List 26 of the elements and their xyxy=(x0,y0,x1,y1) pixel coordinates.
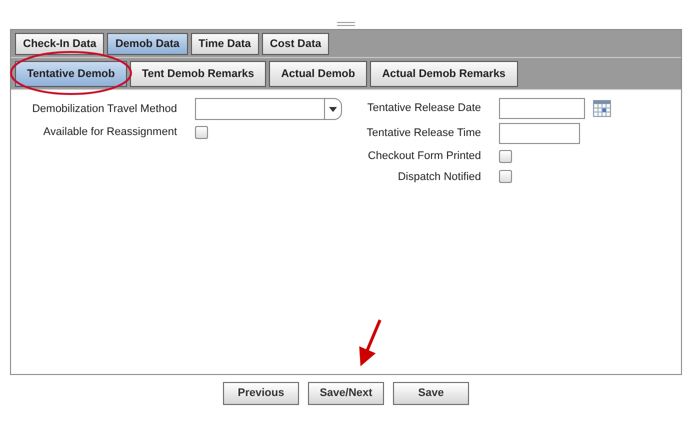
field-label: Tentative Release Time xyxy=(366,126,481,142)
field-label: Demobilization Travel Method xyxy=(31,102,177,117)
checkbox[interactable] xyxy=(499,170,512,184)
field-label: Available for Reassignment xyxy=(42,125,177,140)
tab[interactable]: Demob Data xyxy=(107,33,188,55)
field-label: Checkout Form Printed xyxy=(366,149,481,164)
tab[interactable]: Actual Demob Remarks xyxy=(370,61,518,87)
pointer-arrow xyxy=(359,319,382,366)
tab[interactable]: Actual Demob xyxy=(269,61,368,87)
action-button[interactable]: Save xyxy=(393,382,469,404)
text-field[interactable] xyxy=(499,123,580,144)
calendar-icon[interactable] xyxy=(593,100,612,117)
caret-icon xyxy=(329,106,337,112)
field-label: Dispatch Notified xyxy=(396,170,481,184)
tab[interactable]: Time Data xyxy=(190,33,259,55)
tab[interactable]: Cost Data xyxy=(262,33,330,55)
checkbox[interactable] xyxy=(499,150,512,163)
dropdown-field[interactable] xyxy=(195,98,342,120)
action-button[interactable]: Previous xyxy=(223,382,299,404)
tab[interactable]: Tent Demob Remarks xyxy=(130,61,266,87)
action-button[interactable]: Save/Next xyxy=(308,382,384,404)
date-field[interactable] xyxy=(499,98,585,119)
tab[interactable]: Check-In Data xyxy=(15,33,104,55)
checkbox[interactable] xyxy=(195,126,208,139)
tab[interactable]: Tentative Demob xyxy=(15,61,127,87)
field-label: Tentative Release Date xyxy=(366,101,481,116)
